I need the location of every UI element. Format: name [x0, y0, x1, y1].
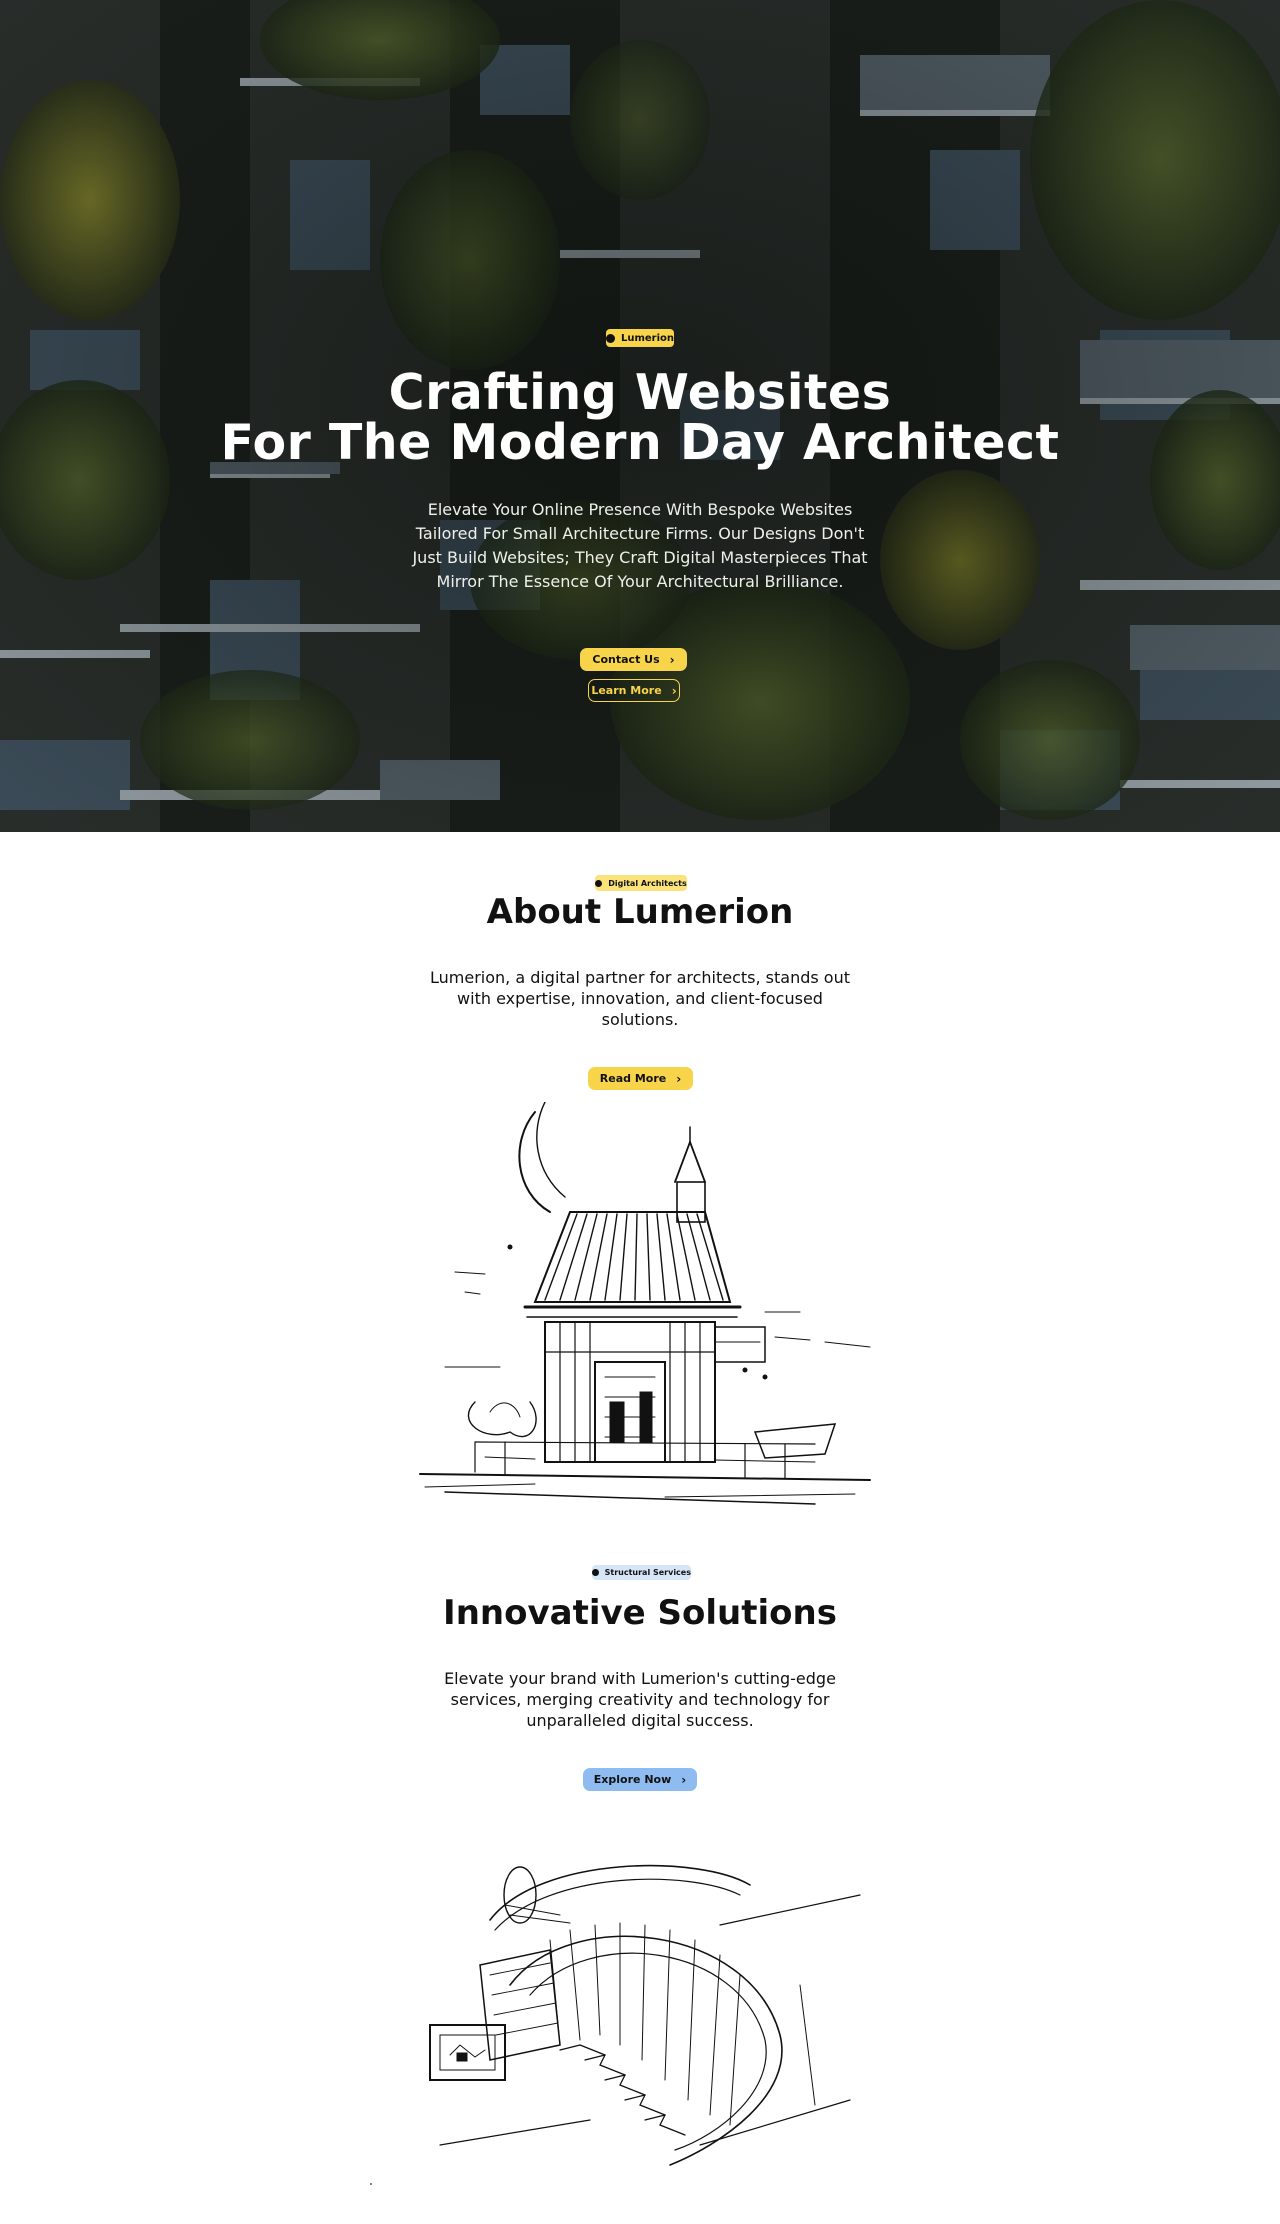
contact-us-label: Contact Us	[592, 653, 660, 666]
chevron-right-icon: ›	[676, 1071, 682, 1086]
about-badge-label: Digital Architects	[608, 878, 687, 888]
explore-now-button[interactable]: Explore Now ›	[583, 1768, 697, 1791]
contact-us-button[interactable]: Contact Us ›	[580, 648, 687, 671]
badge-dot-icon	[592, 1569, 599, 1576]
badge-dot-icon	[606, 333, 615, 343]
services-description-line: services, merging creativity and technol…	[450, 1690, 830, 1709]
hero-subtitle-line: Mirror The Essence Of Your Architectural…	[436, 572, 844, 591]
about-description-line: with expertise, innovation, and client-f…	[457, 989, 823, 1008]
learn-more-label: Learn More	[591, 684, 662, 697]
chevron-right-icon: ›	[669, 652, 675, 667]
hero-section: Lumerion Crafting Websites For The Moder…	[0, 0, 1280, 832]
spiral-staircase-sketch	[429, 1864, 861, 2166]
hero-title-line-2: For The Modern Day Architect	[220, 414, 1060, 471]
learn-more-button[interactable]: Learn More ›	[588, 679, 680, 702]
about-title: About Lumerion	[486, 892, 794, 932]
hero-badge-label: Lumerion	[620, 332, 674, 344]
hero-badge: Lumerion	[606, 329, 674, 347]
services-badge: Structural Services	[592, 1565, 691, 1580]
about-description-line: Lumerion, a digital partner for architec…	[429, 968, 851, 987]
hero-title: Crafting Websites For The Modern Day Arc…	[140, 368, 1140, 468]
services-description-line: Elevate your brand with Lumerion's cutti…	[444, 1669, 836, 1688]
badge-dot-icon	[595, 879, 603, 887]
hero-subtitle: Elevate Your Online Presence With Bespok…	[400, 498, 880, 594]
services-description-line: unparalleled digital success.	[526, 1711, 754, 1730]
chevron-right-icon: ›	[681, 1772, 687, 1787]
decorative-speck	[370, 2183, 372, 2185]
read-more-button[interactable]: Read More ›	[588, 1067, 693, 1090]
hero-subtitle-line: Elevate Your Online Presence With Bespok…	[427, 500, 853, 519]
pagoda-house-sketch	[419, 1102, 871, 1505]
chevron-right-icon: ›	[671, 683, 677, 698]
services-title: Innovative Solutions	[443, 1593, 837, 1633]
services-badge-label: Structural Services	[604, 1568, 691, 1577]
about-description: Lumerion, a digital partner for architec…	[420, 967, 860, 1030]
hero-subtitle-line: Just Build Websites; They Craft Digital …	[412, 548, 868, 567]
services-description: Elevate your brand with Lumerion's cutti…	[420, 1668, 860, 1731]
about-description-line: solutions.	[601, 1010, 679, 1029]
hero-content: Lumerion Crafting Websites For The Moder…	[0, 0, 1280, 832]
hero-subtitle-line: Tailored For Small Architecture Firms. O…	[415, 524, 865, 543]
hero-title-line-1: Crafting Websites	[388, 364, 892, 421]
explore-now-label: Explore Now	[593, 1773, 672, 1786]
read-more-label: Read More	[599, 1072, 667, 1085]
